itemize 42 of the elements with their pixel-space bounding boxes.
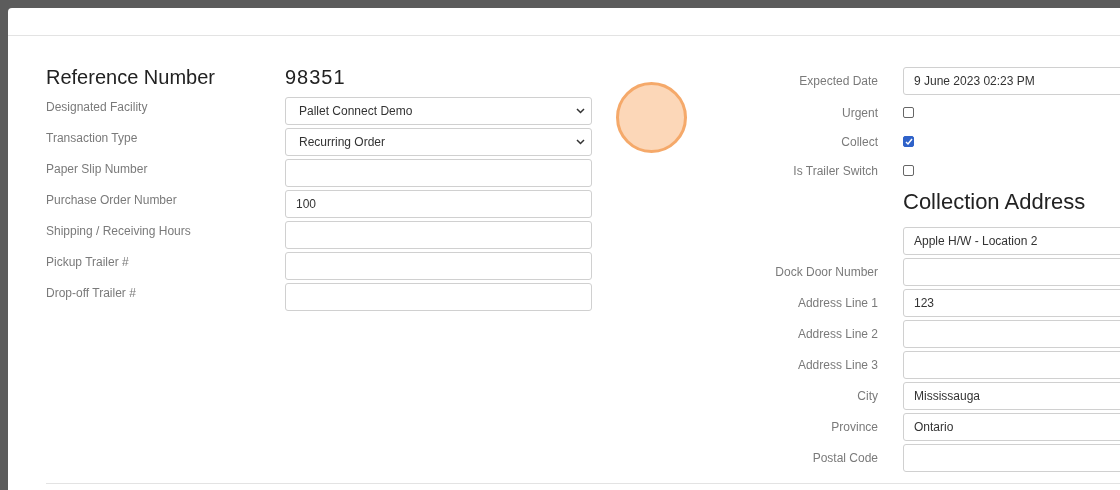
field-label: Shipping / Receiving Hours	[46, 223, 192, 240]
text-field[interactable]: 123	[903, 289, 1120, 317]
text-field[interactable]: 9 June 2023 02:23 PM	[903, 67, 1120, 95]
chevron-down-icon	[576, 139, 585, 145]
select-field[interactable]: Pallet Connect Demo	[285, 97, 592, 125]
field-label: Postal Code	[812, 451, 878, 465]
checkbox-label: Collect	[840, 133, 878, 151]
checkbox[interactable]	[903, 107, 914, 118]
text-field[interactable]: Ontario	[903, 413, 1120, 441]
section-heading: Collection Address	[903, 187, 1086, 216]
chevron-down-icon	[576, 108, 585, 114]
text-field[interactable]: Apple H/W - Location 2	[903, 227, 1120, 255]
field-label: Designated Facility	[46, 99, 149, 116]
field-label: Purchase Order Number	[46, 192, 178, 209]
text-field[interactable]	[903, 444, 1120, 472]
field-label: Expected Date	[799, 74, 878, 88]
text-field[interactable]	[903, 258, 1120, 286]
text-field[interactable]	[903, 320, 1120, 348]
field-label: Pickup Trailer #	[46, 254, 130, 271]
select-field[interactable]: Recurring Order	[285, 128, 592, 156]
checkbox-label: Is Trailer Switch	[792, 162, 878, 180]
field-label: Paper Slip Number	[46, 161, 149, 178]
text-field[interactable]	[285, 252, 592, 280]
field-label: City	[857, 389, 878, 403]
field-label: Province	[831, 420, 878, 434]
field-label: Address Line 3	[797, 358, 878, 372]
checkbox-label: Urgent	[840, 104, 878, 122]
checkbox[interactable]	[903, 165, 914, 176]
reference-number: 98351	[285, 65, 346, 90]
field-label: Drop-off Trailer #	[46, 285, 137, 302]
text-field[interactable]: 100	[285, 190, 592, 218]
field-label: Address Line 2	[797, 327, 878, 341]
field-label: Address Line 1	[797, 296, 878, 310]
text-field[interactable]	[285, 221, 592, 249]
text-field[interactable]	[285, 159, 592, 187]
reference-label: Reference Number	[46, 65, 216, 90]
field-label: Transaction Type	[46, 130, 139, 147]
text-field[interactable]: Mississauga	[903, 382, 1120, 410]
field-label: Dock Door Number	[775, 265, 878, 279]
text-field[interactable]	[285, 283, 592, 311]
text-field[interactable]	[903, 351, 1120, 379]
checkbox[interactable]	[903, 136, 914, 147]
